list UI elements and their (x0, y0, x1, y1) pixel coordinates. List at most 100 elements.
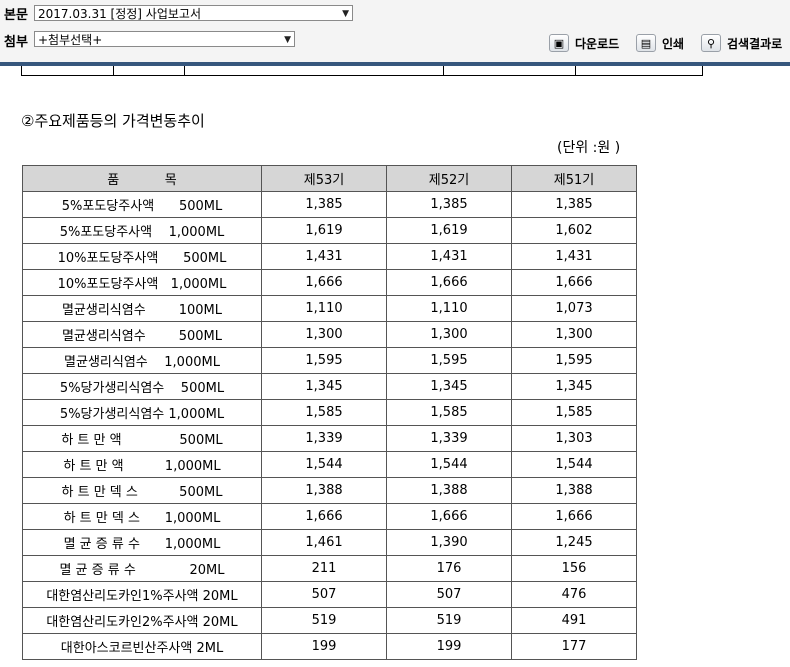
price-cell: 1,303 (511, 425, 637, 452)
product-name-cell: 대한염산리도카인2%주사액 20ML (22, 607, 262, 634)
col-header-52: 제52기 (386, 165, 512, 192)
price-cell: 1,345 (386, 373, 512, 400)
attachment-select-value: +첨부선택+ (38, 33, 103, 47)
price-cell: 1,666 (386, 269, 512, 296)
price-trend-table: 품 목 제53기 제52기 제51기 5%포도당주사액 500ML 1,385 1,… (22, 165, 637, 660)
product-name-cell: 멸균생리식염수 500ML (22, 321, 262, 348)
price-cell: 1,602 (511, 217, 637, 244)
table-row: 멸균생리식염수 100ML 1,110 1,110 1,073 (22, 295, 637, 322)
price-cell: 1,619 (386, 217, 512, 244)
main-doc-label: 본문 (4, 8, 28, 23)
col-header-53: 제53기 (261, 165, 387, 192)
price-cell: 1,110 (386, 295, 512, 322)
price-cell: 211 (261, 555, 387, 582)
price-cell: 1,585 (261, 399, 387, 426)
table-row: 하 트 만 액 500ML 1,339 1,339 1,303 (22, 425, 637, 452)
price-cell: 1,585 (386, 399, 512, 426)
product-name-cell: 5%당가생리식염수 500ML (22, 373, 262, 400)
price-cell: 156 (511, 555, 637, 582)
product-name-cell: 5%포도당주사액 500ML (22, 191, 262, 218)
download-label: 다운로드 (575, 36, 620, 51)
price-cell: 1,110 (261, 295, 387, 322)
download-button[interactable]: ▣ 다운로드 (549, 32, 619, 54)
product-name-cell: 하 트 만 덱 스 1,000ML (22, 503, 262, 530)
price-cell: 177 (511, 633, 637, 660)
price-cell: 1,300 (261, 321, 387, 348)
table-row: 대한염산리도카인2%주사액 20ML 519 519 491 (22, 607, 637, 634)
price-cell: 1,388 (511, 477, 637, 504)
price-cell: 1,585 (511, 399, 637, 426)
table-row: 멸균생리식염수 1,000ML 1,595 1,595 1,595 (22, 347, 637, 374)
table-row: 5%당가생리식염수 500ML 1,345 1,345 1,345 (22, 373, 637, 400)
price-cell: 1,431 (261, 243, 387, 270)
table-row: 5%포도당주사액 500ML 1,385 1,385 1,385 (22, 191, 637, 218)
col-header-51: 제51기 (511, 165, 637, 192)
price-cell: 1,431 (386, 243, 512, 270)
price-cell: 1,345 (261, 373, 387, 400)
col-header-item: 품 목 (22, 165, 262, 192)
product-name-cell: 10%포도당주사액 1,000ML (22, 269, 262, 296)
table-row: 10%포도당주사액 500ML 1,431 1,431 1,431 (22, 243, 637, 270)
product-name-cell: 5%포도당주사액 1,000ML (22, 217, 262, 244)
price-cell: 1,461 (261, 529, 387, 556)
table-row: 멸균생리식염수 500ML 1,300 1,300 1,300 (22, 321, 637, 348)
product-name-cell: 대한아스코르빈산주사액 2ML (22, 633, 262, 660)
price-cell: 1,595 (511, 347, 637, 374)
main-doc-select-value: 2017.03.31 [정정] 사업보고서 (38, 7, 201, 21)
attachment-select[interactable]: +첨부선택+ ▼ (34, 31, 295, 47)
price-cell: 1,300 (511, 321, 637, 348)
table-row: 10%포도당주사액 1,000ML 1,666 1,666 1,666 (22, 269, 637, 296)
search-results-label: 검색결과로 (727, 36, 783, 51)
table-header-row: 품 목 제53기 제52기 제51기 (22, 165, 637, 192)
table-row: 5%당가생리식염수 1,000ML 1,585 1,585 1,585 (22, 399, 637, 426)
product-name-cell: 멸균생리식염수 100ML (22, 295, 262, 322)
document-body: ②주요제품등의 가격변동추이 (단위 :원 ) 품 목 제53기 제52기 제5… (0, 66, 790, 667)
price-cell: 199 (261, 633, 387, 660)
price-cell: 176 (386, 555, 512, 582)
table-row: 대한아스코르빈산주사액 2ML 199 199 177 (22, 633, 637, 660)
price-cell: 476 (511, 581, 637, 608)
product-name-cell: 하 트 만 덱 스 500ML (22, 477, 262, 504)
table-row: 하 트 만 액 1,000ML 1,544 1,544 1,544 (22, 451, 637, 478)
viewer-toolbar: 본문 2017.03.31 [정정] 사업보고서 ▼ 첨부 +첨부선택+ ▼ ▣… (0, 0, 790, 66)
product-name-cell: 하 트 만 액 500ML (22, 425, 262, 452)
price-cell: 1,390 (386, 529, 512, 556)
price-cell: 1,666 (511, 269, 637, 296)
product-name-cell: 멸 균 증 류 수 20ML (22, 555, 262, 582)
price-cell: 1,388 (261, 477, 387, 504)
price-cell: 1,595 (386, 347, 512, 374)
price-cell: 1,385 (261, 191, 387, 218)
product-name-cell: 대한염산리도카인1%주사액 20ML (22, 581, 262, 608)
price-cell: 1,073 (511, 295, 637, 322)
product-name-cell: 5%당가생리식염수 1,000ML (22, 399, 262, 426)
table-row: 하 트 만 덱 스 500ML 1,388 1,388 1,388 (22, 477, 637, 504)
printer-icon: ▤ (636, 34, 656, 52)
print-button[interactable]: ▤ 인쇄 (636, 32, 684, 54)
price-cell: 1,666 (261, 503, 387, 530)
section-title: ②주요제품등의 가격변동추이 (21, 112, 205, 130)
table-row: 멸 균 증 류 수 1,000ML 1,461 1,390 1,245 (22, 529, 637, 556)
price-cell: 1,339 (386, 425, 512, 452)
main-doc-select[interactable]: 2017.03.31 [정정] 사업보고서 ▼ (34, 5, 353, 21)
price-cell: 491 (511, 607, 637, 634)
price-cell: 1,544 (511, 451, 637, 478)
price-cell: 1,345 (511, 373, 637, 400)
table-row: 멸 균 증 류 수 20ML 211 176 156 (22, 555, 637, 582)
price-cell: 1,595 (261, 347, 387, 374)
attachment-label: 첨부 (4, 35, 28, 50)
price-cell: 1,431 (511, 243, 637, 270)
price-cell: 1,544 (261, 451, 387, 478)
price-cell: 1,300 (386, 321, 512, 348)
price-cell: 507 (386, 581, 512, 608)
product-name-cell: 10%포도당주사액 500ML (22, 243, 262, 270)
table-row: 대한염산리도카인1%주사액 20ML 507 507 476 (22, 581, 637, 608)
price-cell: 199 (386, 633, 512, 660)
price-cell: 1,385 (511, 191, 637, 218)
price-cell: 1,388 (386, 477, 512, 504)
print-label: 인쇄 (662, 36, 685, 51)
unit-note: (단위 :원 ) (557, 140, 621, 156)
price-cell: 507 (261, 581, 387, 608)
previous-table-bottom (21, 66, 703, 76)
search-results-button[interactable]: ⚲ 검색결과로 (701, 32, 782, 54)
price-cell: 1,385 (386, 191, 512, 218)
